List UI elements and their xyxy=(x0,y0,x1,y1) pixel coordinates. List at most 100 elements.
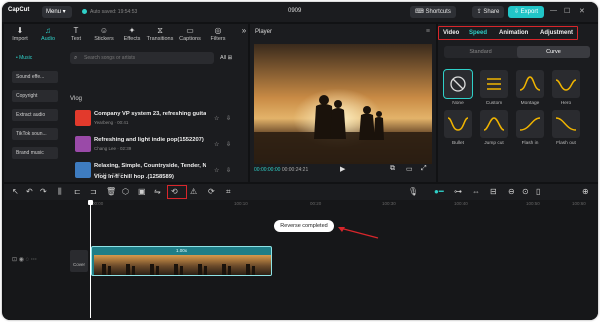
tab-video[interactable]: Video xyxy=(443,30,459,36)
track-title: Vlog In-fi chill hop .(1258589) xyxy=(94,174,174,180)
minimize-icon[interactable]: — xyxy=(550,7,557,14)
track-title: Relaxing, Simple, Countryside, Tender, N… xyxy=(94,163,206,169)
curve-flash-out[interactable]: Flash out xyxy=(552,110,580,146)
list-item[interactable]: Company VP system 23, refreshing guita..… xyxy=(70,108,246,130)
download-icon[interactable]: ⇩ xyxy=(226,115,231,122)
crop-icon[interactable]: ⌗ xyxy=(226,186,231,198)
curve-montage[interactable]: Montage xyxy=(516,70,544,106)
ratio-icon[interactable]: ▭ xyxy=(406,165,413,173)
split-right-icon[interactable]: ⊐ xyxy=(90,186,97,198)
linkage-icon[interactable]: ⇔ xyxy=(472,186,480,198)
flash-in-curve-icon xyxy=(519,117,541,131)
custom-curve-icon xyxy=(487,78,501,90)
curve-none[interactable]: None xyxy=(443,69,473,106)
export-button[interactable]: ⇩ Export xyxy=(508,6,544,18)
zoom-in-icon[interactable]: ▯ xyxy=(536,186,540,198)
redo-icon[interactable]: ↷ xyxy=(40,186,47,198)
list-item[interactable]: Refreshing and light indie pop(1552207) … xyxy=(70,134,246,156)
category-sound-effects[interactable]: Sound effe... xyxy=(12,71,58,83)
maximize-icon[interactable]: ☐ xyxy=(564,7,570,15)
curve-jump-cut[interactable]: Jump cut xyxy=(480,110,508,146)
tab-stickers[interactable]: ☺ Stickers xyxy=(90,26,118,42)
curve-flash-in[interactable]: Flash in xyxy=(516,110,544,146)
ruler-tick: 100:40 xyxy=(454,201,468,206)
tab-audio[interactable]: ♫ Audio xyxy=(34,26,62,42)
fit-icon[interactable]: ⧉ xyxy=(390,165,395,173)
properties-panel: Video Speed Animation Adjustment Standar… xyxy=(438,24,598,182)
favorite-icon[interactable]: ☆ xyxy=(214,141,219,148)
undo-icon[interactable]: ↶ xyxy=(26,186,33,198)
download-icon[interactable]: ⇩ xyxy=(226,167,231,174)
select-tool-icon[interactable]: ↖ xyxy=(12,186,19,198)
property-tabs: Video Speed Animation Adjustment xyxy=(438,26,578,40)
annotation-arrow xyxy=(338,227,379,239)
mute-track-icon[interactable]: ◌ xyxy=(26,257,30,263)
preview-axis-icon[interactable]: ⊟ xyxy=(490,186,497,198)
player-menu-icon[interactable]: ≡ xyxy=(426,28,430,35)
track-header-controls: ⊡ ◉ ◌ ⋯ xyxy=(12,256,37,263)
ruler-tick: 100:50 xyxy=(526,201,540,206)
mirror-icon[interactable]: ⇋ xyxy=(154,186,161,198)
title-bar: CapCut Menu ▾ Auto saved: 19:54:53 0909 … xyxy=(2,2,598,22)
tab-speed[interactable]: Speed xyxy=(469,30,487,36)
share-button[interactable]: ⇪ Share xyxy=(472,6,504,18)
auto-snap-icon[interactable]: ⊶ xyxy=(454,186,462,198)
microphone-icon[interactable]: 🎙 xyxy=(408,186,418,198)
lock-track-icon[interactable]: ⊡ xyxy=(12,257,17,263)
close-icon[interactable]: ✕ xyxy=(579,7,585,15)
category-extract-audio[interactable]: Extract audio xyxy=(12,109,58,121)
category-copyright[interactable]: Copyright xyxy=(12,90,58,102)
filter-dropdown[interactable]: All ⊞ xyxy=(220,52,232,64)
curve-custom[interactable]: Custom xyxy=(480,70,508,106)
list-item[interactable]: Vlog In-fi chill hop .(1258589) xyxy=(70,174,246,184)
search-input[interactable]: ⌕ Search songs or artists xyxy=(70,52,214,64)
favorite-icon[interactable]: ☆ xyxy=(214,115,219,122)
ruler-tick: 00:00 xyxy=(92,201,104,206)
menu-button[interactable]: Menu ▾ xyxy=(42,6,72,18)
tab-effects[interactable]: ✦ Effects xyxy=(118,26,146,42)
tab-filters[interactable]: ◎ Filters xyxy=(204,26,232,42)
zoom-slider-icon[interactable]: ⊙ xyxy=(522,186,529,198)
tab-curve[interactable]: Curve xyxy=(517,46,590,58)
bullet-curve-icon xyxy=(447,117,469,131)
cover-button[interactable]: Cover xyxy=(70,250,88,272)
curve-hero[interactable]: Hero xyxy=(552,70,580,106)
category-music[interactable]: • Music xyxy=(12,52,58,64)
favorite-icon[interactable]: ☆ xyxy=(214,167,219,174)
tab-animation[interactable]: Animation xyxy=(499,30,528,36)
track-meta: Yearbeng · 00:41 xyxy=(94,120,129,125)
tab-adjustment[interactable]: Adjustment xyxy=(540,30,573,36)
playhead[interactable] xyxy=(88,200,93,318)
split-icon[interactable]: ⫼ xyxy=(58,186,62,198)
tab-import[interactable]: ⬇ Import xyxy=(6,26,34,42)
split-left-icon[interactable]: ⊏ xyxy=(74,186,81,198)
category-brand-music[interactable]: Brand music xyxy=(12,147,58,159)
tab-transitions[interactable]: ⧖ Transitions xyxy=(146,26,174,42)
curve-bullet[interactable]: Bullet xyxy=(444,110,472,146)
ruler-tick: 00:20 xyxy=(310,201,322,206)
track-more-icon[interactable]: ⋯ xyxy=(31,257,37,263)
delete-icon[interactable]: 🗑 xyxy=(106,186,116,198)
timeline-settings-icon[interactable]: ⊕ xyxy=(582,186,589,198)
play-icon[interactable]: ▶ xyxy=(340,165,345,173)
main-track-magnet-icon[interactable]: ●━ xyxy=(434,186,444,198)
category-tiktok-sounds[interactable]: TikTok soun... xyxy=(12,128,58,140)
tab-standard[interactable]: Standard xyxy=(444,46,517,58)
track-title: Refreshing and light indie pop(1552207) xyxy=(94,137,204,143)
shortcuts-button[interactable]: ⌨ Shortcuts xyxy=(410,6,456,18)
video-clip[interactable]: 1.00x xyxy=(91,246,272,276)
fullscreen-icon[interactable]: ⤢ xyxy=(421,165,427,173)
zoom-out-icon[interactable]: ⊖ xyxy=(508,186,515,198)
tab-captions[interactable]: ▭ Captions xyxy=(176,26,204,42)
track-thumbnail xyxy=(75,110,91,126)
crop-warning-icon[interactable]: ⚠ xyxy=(190,186,197,198)
montage-curve-icon xyxy=(519,76,541,91)
mask-icon[interactable]: ⬡ xyxy=(122,186,129,198)
tab-text[interactable]: T Text xyxy=(62,26,90,42)
download-icon[interactable]: ⇩ xyxy=(226,141,231,148)
media-library-panel: ⬇ Import ♫ Audio T Text ☺ Stickers ✦ Effects … xyxy=(4,24,248,182)
freeze-icon[interactable]: ▣ xyxy=(138,186,146,198)
search-icon: ⌕ xyxy=(74,55,78,61)
rotate-icon[interactable]: ⟳ xyxy=(208,186,215,198)
hide-track-icon[interactable]: ◉ xyxy=(19,257,24,263)
